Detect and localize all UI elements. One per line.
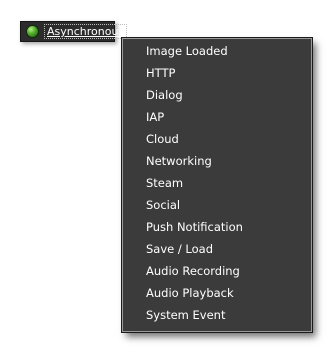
asynchronous-event-button[interactable]: Asynchronous — [20, 21, 128, 42]
menu-item-save-load[interactable]: Save / Load — [123, 239, 311, 259]
menu-item-dialog[interactable]: Dialog — [123, 85, 311, 105]
menu-item-audio-playback[interactable]: Audio Playback — [123, 283, 311, 303]
menu-item-image-loaded[interactable]: Image Loaded — [123, 41, 311, 61]
menu-item-http[interactable]: HTTP — [123, 63, 311, 83]
menu-item-push-notification[interactable]: Push Notification — [123, 217, 311, 237]
menu-item-networking[interactable]: Networking — [123, 151, 311, 171]
menu-item-social[interactable]: Social — [123, 195, 311, 215]
asynchronous-event-menu: Image Loaded HTTP Dialog IAP Cloud Netwo… — [121, 37, 313, 333]
menu-item-steam[interactable]: Steam — [123, 173, 311, 193]
menu-item-audio-recording[interactable]: Audio Recording — [123, 261, 311, 281]
menu-item-iap[interactable]: IAP — [123, 107, 311, 127]
menu-item-cloud[interactable]: Cloud — [123, 129, 311, 149]
globe-icon — [26, 25, 39, 38]
menu-item-system-event[interactable]: System Event — [123, 305, 311, 325]
asynchronous-label: Asynchronous — [44, 24, 128, 39]
